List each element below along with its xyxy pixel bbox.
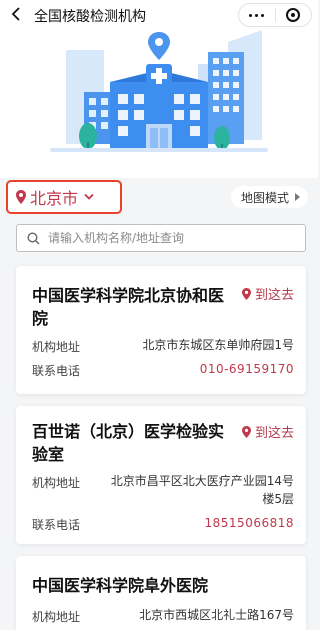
search-input[interactable] <box>48 231 288 245</box>
city-name: 北京市 <box>30 189 79 208</box>
location-pin-icon <box>241 287 251 300</box>
location-pin-icon <box>241 425 251 438</box>
city-selector[interactable]: 北京市 <box>6 180 122 214</box>
institution-card[interactable]: 百世诺（北京）医学检验实验室 到这去 机构地址 北京市昌平区北大医疗产业园14号… <box>16 406 306 544</box>
map-mode-button[interactable]: 地图模式 <box>230 186 308 208</box>
chevron-down-icon <box>84 193 94 200</box>
institution-phone[interactable]: 010-69159170 <box>200 362 294 376</box>
institution-card[interactable]: 中国医学科学院北京协和医院 到这去 机构地址 北京市东城区东单帅府园1号 联系电… <box>16 266 306 394</box>
institution-phone[interactable]: 18515066818 <box>205 516 294 530</box>
address-label: 机构地址 <box>32 340 81 354</box>
institution-name: 中国医学科学院北京协和医院 <box>32 286 225 328</box>
back-arrow-icon[interactable] <box>8 4 24 24</box>
search-icon <box>27 231 40 244</box>
navigate-button[interactable]: 到这去 <box>241 284 294 303</box>
phone-label: 联系电话 <box>32 364 81 378</box>
map-mode-label: 地图模式 <box>240 190 289 205</box>
institution-name: 百世诺（北京）医学检验实验室 <box>32 422 225 464</box>
phone-label: 联系电话 <box>32 518 81 532</box>
navigate-label: 到这去 <box>254 288 294 303</box>
play-triangle-icon <box>295 193 300 201</box>
nav-bar: 全国核酸检测机构 <box>0 0 318 30</box>
location-pin-icon <box>16 190 26 204</box>
search-box[interactable] <box>16 224 306 252</box>
navigate-label: 到这去 <box>254 426 294 441</box>
institution-name: 中国医学科学院阜外医院 <box>32 576 209 595</box>
institution-address: 北京市东城区东单帅府园1号 <box>142 338 294 352</box>
address-label: 机构地址 <box>32 476 81 490</box>
mini-program-capsule <box>238 3 312 27</box>
more-dots-icon[interactable] <box>239 4 275 26</box>
hospital-illustration <box>50 30 268 152</box>
address-label: 机构地址 <box>32 610 81 624</box>
page-title: 全国核酸检测机构 <box>34 9 146 25</box>
navigate-button[interactable]: 到这去 <box>241 422 294 441</box>
institution-address: 北京市西城区北礼士路167号 <box>139 608 294 622</box>
institution-card[interactable]: 中国医学科学院阜外医院 机构地址 北京市西城区北礼士路167号 <box>16 556 306 630</box>
hero-banner <box>0 30 318 178</box>
institution-address: 北京市昌平区北大医疗产业园14号楼5层 <box>110 474 294 506</box>
close-target-icon[interactable] <box>275 4 311 26</box>
